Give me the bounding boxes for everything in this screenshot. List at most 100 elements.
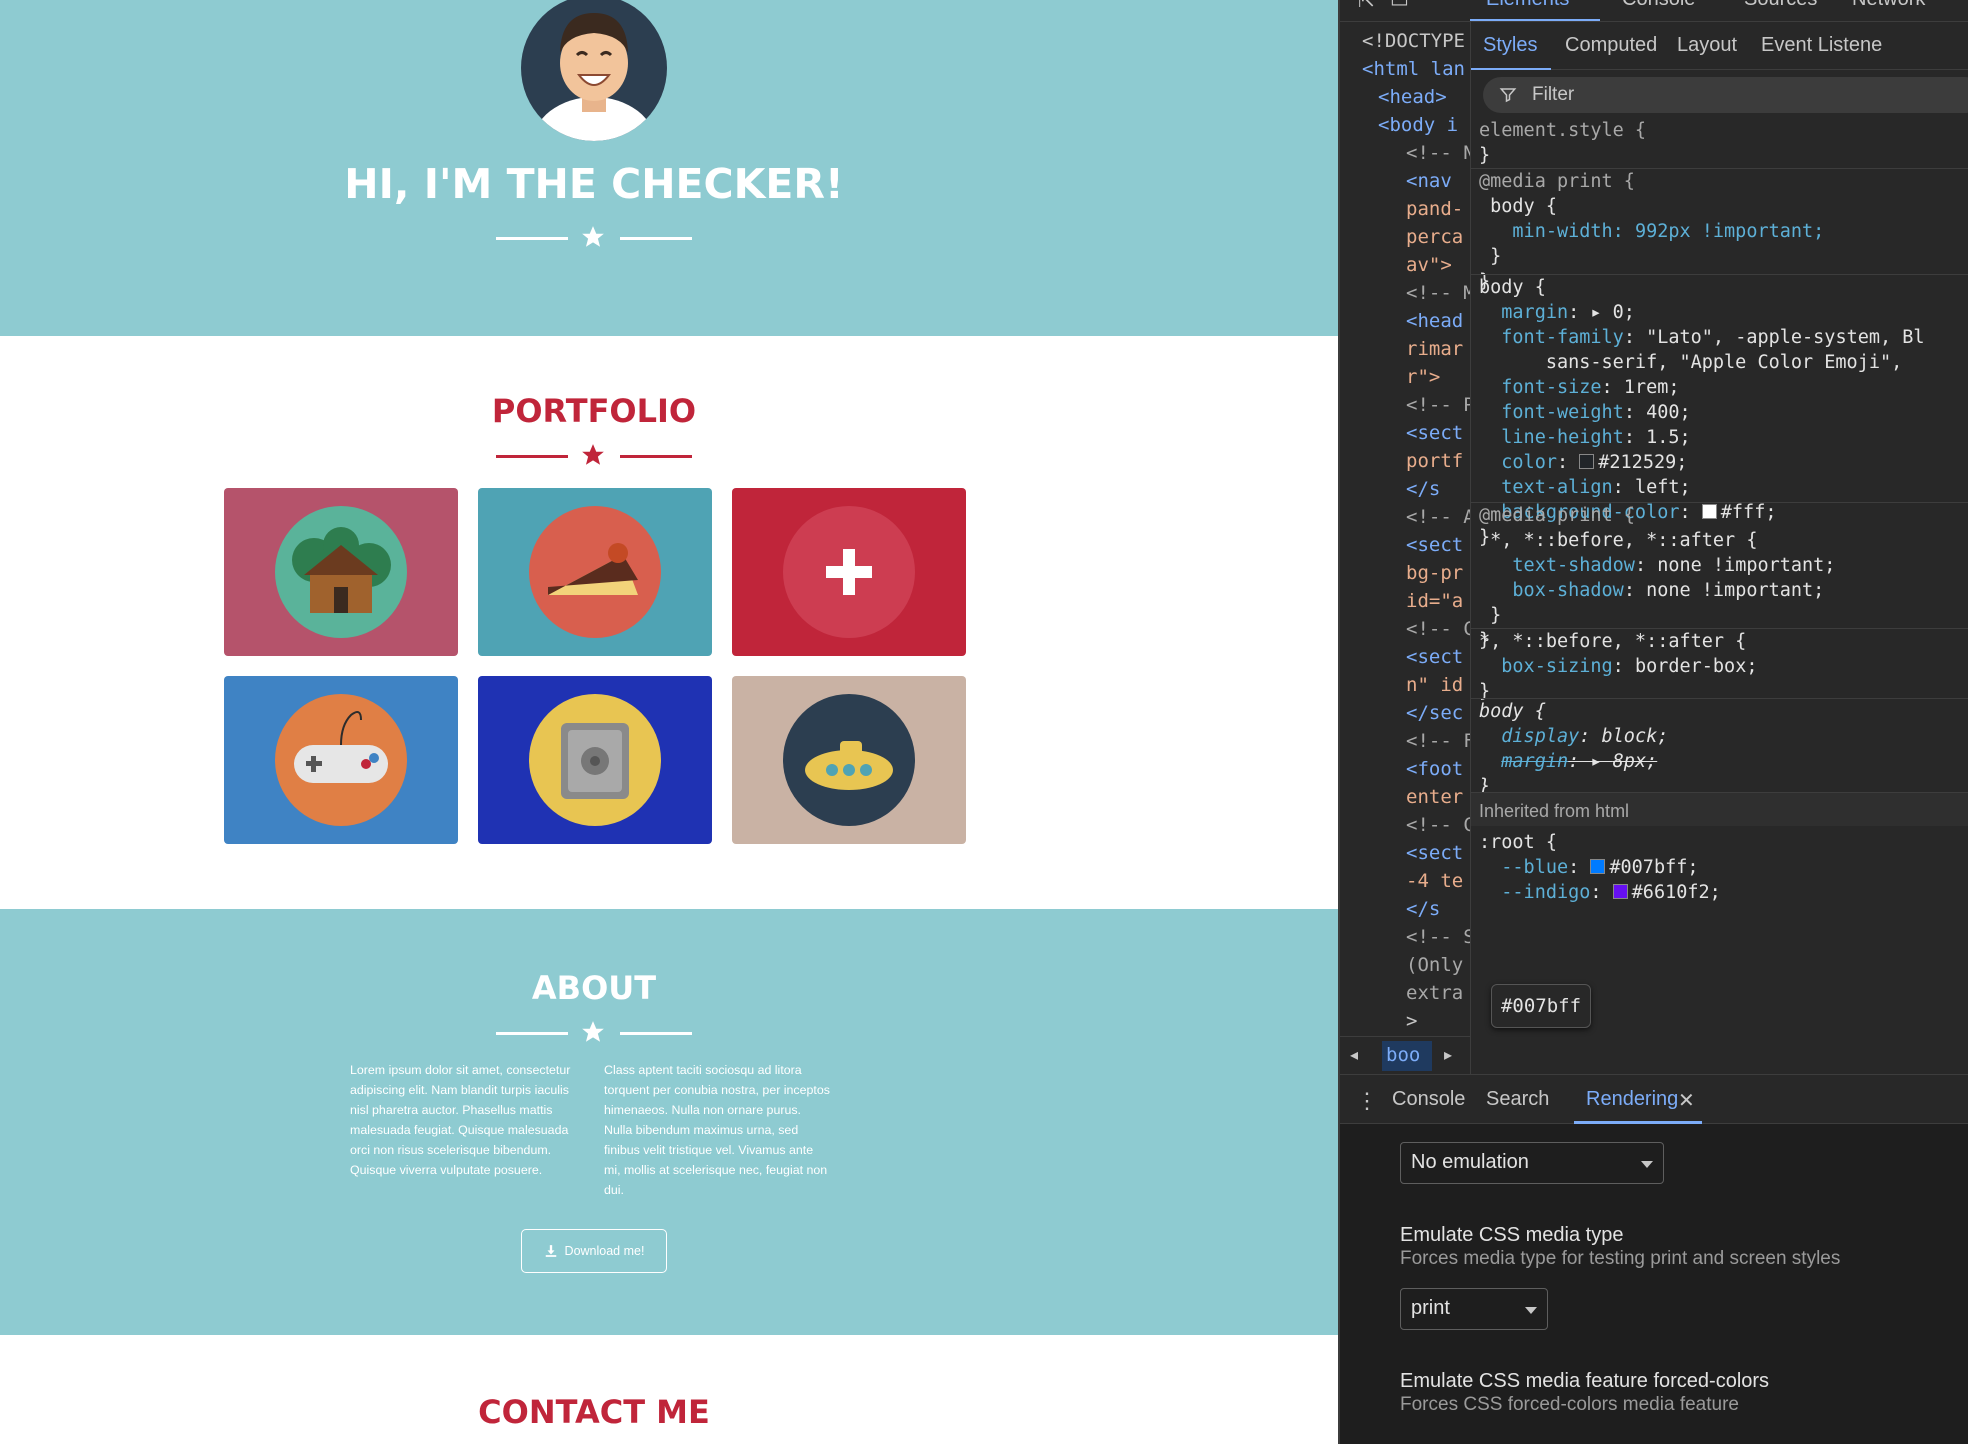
css-value[interactable]: #6610f2; (1632, 882, 1721, 903)
dom-line[interactable]: <html lan (1362, 58, 1465, 80)
dom-line[interactable]: r"> (1406, 366, 1440, 388)
dom-line[interactable]: enter (1406, 786, 1463, 808)
active-subtab-indicator (1471, 68, 1551, 70)
hero-divider (496, 224, 692, 254)
css-value[interactable]: #212529; (1598, 452, 1687, 473)
color-swatch[interactable] (1579, 454, 1595, 469)
rule-box-sizing[interactable]: *, *::before, *::after { box-sizing: bor… (1471, 628, 1968, 704)
rule-root[interactable]: :root { --blue: #007bff; --indigo: #6610… (1471, 830, 1968, 905)
cake-icon (529, 506, 661, 638)
device-toggle-icon[interactable]: ▭ (1390, 0, 1409, 13)
dom-line[interactable]: extra (1406, 982, 1463, 1004)
dom-line[interactable]: portf (1406, 450, 1463, 472)
color-swatch[interactable] (1590, 859, 1606, 874)
dom-line[interactable]: <!-- A (1406, 506, 1470, 528)
star-icon (582, 444, 604, 465)
dom-line[interactable]: <!DOCTYPE (1362, 30, 1465, 52)
css-value[interactable]: #007bff; (1609, 857, 1698, 878)
drawer-tab-search[interactable]: Search (1486, 1088, 1549, 1111)
dom-line[interactable]: <sect (1406, 534, 1463, 556)
dom-line[interactable]: perca (1406, 226, 1463, 248)
css-value[interactable]: 400; (1646, 402, 1691, 423)
rule-element-style[interactable]: element.style { } (1479, 118, 1968, 168)
dom-line[interactable]: <!-- C (1406, 618, 1470, 640)
dom-line[interactable]: <!-- S (1406, 926, 1470, 948)
portfolio-item-cake[interactable] (478, 488, 712, 656)
close-icon[interactable]: ✕ (1678, 1088, 1695, 1113)
dom-line[interactable]: <foot (1406, 758, 1463, 780)
media-query: @media print { (1479, 171, 1635, 192)
more-menu-icon[interactable]: ⋮ (1356, 1088, 1378, 1114)
element-style-selector: element.style { (1479, 120, 1647, 141)
tab-sources[interactable]: Sources (1744, 0, 1817, 11)
portfolio-item-submarine[interactable] (732, 676, 966, 844)
rendering-panel: No emulation Emulate CSS media type Forc… (1340, 1124, 1968, 1444)
game-controller-icon (275, 694, 407, 826)
color-swatch[interactable] (1612, 884, 1628, 899)
css-value[interactable]: border-box; (1635, 656, 1758, 677)
dom-line[interactable]: av"> (1406, 254, 1452, 276)
dom-line[interactable]: -4 te (1406, 870, 1463, 892)
emulation-select[interactable]: No emulation (1400, 1142, 1664, 1184)
dom-line[interactable]: <!-- M (1406, 282, 1470, 304)
dom-line[interactable]: (Only (1406, 954, 1463, 976)
rule-user-agent-body[interactable]: body { display: block; margin: ▸ 8px; } (1471, 698, 1968, 799)
drawer-tab-rendering[interactable]: Rendering (1586, 1088, 1678, 1111)
css-value[interactable]: none !important; (1657, 555, 1835, 576)
css-value[interactable]: 1.5; (1646, 427, 1691, 448)
inspect-icon[interactable]: ⇱ (1358, 0, 1375, 13)
dom-line[interactable]: </s (1406, 478, 1440, 500)
dom-line[interactable]: <!-- P (1406, 394, 1470, 416)
css-declaration[interactable]: min-width: 992px !important; (1512, 221, 1824, 242)
dom-line[interactable]: <sect (1406, 646, 1463, 668)
dom-line[interactable]: > (1406, 1010, 1417, 1032)
drawer-tab-console[interactable]: Console (1392, 1088, 1465, 1111)
tab-console[interactable]: Console (1622, 0, 1695, 11)
dom-line[interactable]: <nav (1406, 170, 1452, 192)
tab-layout[interactable]: Layout (1677, 34, 1737, 57)
dom-line[interactable]: <!-- F (1406, 730, 1470, 752)
portfolio-item-safe[interactable] (478, 676, 712, 844)
hero-section: HI, I'M THE CHECKER! (0, 0, 1338, 336)
dom-line-selected[interactable]: <body i (1378, 114, 1458, 136)
tab-network[interactable]: Network (1852, 0, 1925, 11)
dom-line[interactable]: </sec (1406, 702, 1463, 724)
dom-line[interactable]: bg-pr (1406, 562, 1463, 584)
css-value[interactable]: none !important; (1646, 580, 1824, 601)
tab-styles[interactable]: Styles (1483, 34, 1537, 57)
drawer-tabs: ⋮ Console Search Rendering ✕ (1340, 1074, 1968, 1124)
dom-line[interactable]: <head> (1378, 86, 1447, 108)
tab-event-listeners[interactable]: Event Listene (1761, 34, 1882, 57)
portfolio-item-cabin[interactable] (224, 488, 458, 656)
tab-elements[interactable]: Elements (1486, 0, 1569, 11)
devtools-top-tabs: ⇱ ▭ Elements Console Sources Network (1340, 0, 1968, 22)
css-value[interactable]: "Lato", -apple-system, Bl (1646, 327, 1924, 348)
breadcrumb-body[interactable]: boo (1382, 1041, 1432, 1071)
scroll-right-icon[interactable]: ▸ (1444, 1045, 1452, 1065)
media-type-select[interactable]: print (1400, 1288, 1548, 1330)
dom-line[interactable]: <!-- N (1406, 142, 1470, 164)
download-icon (545, 1245, 556, 1257)
scroll-left-icon[interactable]: ◂ (1350, 1045, 1358, 1065)
css-value[interactable]: 1rem; (1624, 377, 1680, 398)
active-tab-indicator (1470, 19, 1600, 21)
download-button[interactable]: Download me! (521, 1229, 667, 1273)
safe-icon (529, 694, 661, 826)
forced-colors-desc: Forces CSS forced-colors media feature (1400, 1394, 1739, 1415)
portfolio-item-circus-tent[interactable] (732, 488, 966, 656)
inherited-label: Inherited from html (1479, 801, 1630, 821)
dom-line[interactable]: <!-- C (1406, 814, 1470, 836)
dom-line[interactable]: <sect (1406, 422, 1463, 444)
dom-line[interactable]: </s (1406, 898, 1440, 920)
dom-line[interactable]: pand- (1406, 198, 1463, 220)
dom-line[interactable]: rimar (1406, 338, 1463, 360)
dom-line[interactable]: id="a (1406, 590, 1463, 612)
portfolio-item-game-controller[interactable] (224, 676, 458, 844)
dom-line[interactable]: <sect (1406, 842, 1463, 864)
devtools-panel: ⇱ ▭ Elements Console Sources Network <!D… (1338, 0, 1968, 1444)
dom-line[interactable]: <head (1406, 310, 1463, 332)
dom-line[interactable]: n" id (1406, 674, 1463, 696)
css-value[interactable]: left; (1635, 477, 1691, 498)
styles-filter-input[interactable]: Filter (1483, 77, 1968, 113)
tab-computed[interactable]: Computed (1565, 34, 1657, 57)
